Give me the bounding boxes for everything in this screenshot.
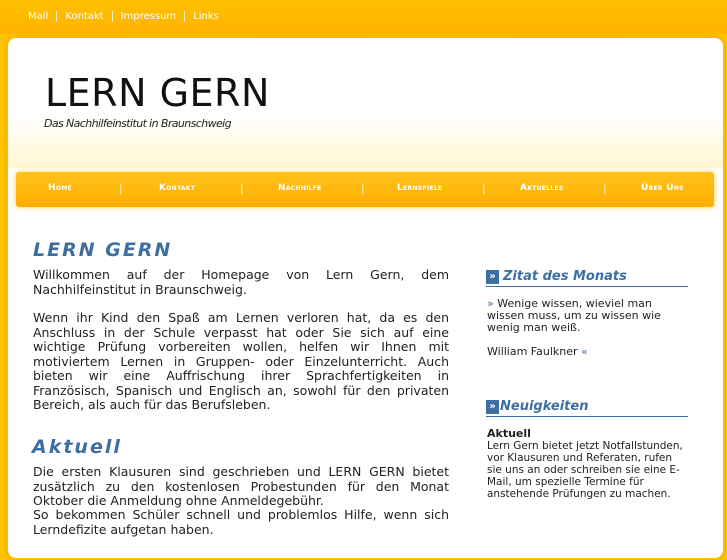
quote-heading-label: Zitat des Monats [503,269,627,284]
double-chevron-icon: » [486,400,499,414]
welcome-heading: LERN GERN [33,239,173,261]
quote-more-link[interactable]: « [581,345,588,358]
welcome-paragraph-1: Willkommen auf der Homepage von Lern Ger… [33,267,449,297]
top-link-kontakt[interactable]: Kontakt [56,11,112,22]
news-heading: » Neuigkeiten [486,399,688,417]
quote-heading: » Zitat des Monats [486,269,688,287]
nav-separator: | [240,182,244,195]
nav-separator: | [361,182,365,195]
nav-separator: | [119,182,123,195]
header: LERN GERN Das Nachhilfeinstitut in Braun… [8,38,723,168]
nav-lernspiele[interactable]: Lernspiele [397,183,442,193]
nav-aktuelles[interactable]: Aktuelles [520,183,563,193]
welcome-paragraph-2: Wenn ihr Kind den Spaß am Lernen verlore… [33,310,449,412]
top-link-impressum[interactable]: Impressum [111,11,185,22]
top-bar: Mail Kontakt Impressum Links [0,0,727,34]
site-title: LERN GERN [45,71,270,115]
double-chevron-icon: » [486,270,499,284]
quote-author-name: William Faulkner [487,345,578,358]
nav-separator: | [482,182,486,195]
aktuell-paragraph-1: Die ersten Klausuren sind geschrieben un… [33,464,449,508]
top-link-mail[interactable]: Mail [20,11,56,22]
top-links: Mail Kontakt Impressum Links [20,11,227,22]
news-title: Aktuell [487,427,531,440]
nav-home[interactable]: Home [48,183,72,193]
news-heading-label: Neuigkeiten [500,399,589,414]
nav-nachhilfe[interactable]: Nachhilfe [278,183,322,193]
nav-ueber-uns[interactable]: Über Uns [641,183,684,193]
news-text: Lern Gern bietet jetzt Notfallstunden, v… [487,440,683,500]
aktuell-paragraph-2: So bekommen Schüler schnell und probleml… [33,507,449,537]
quote-body: Wenige wissen, wieviel man wissen muss, … [487,297,661,334]
page-container: LERN GERN Das Nachhilfeinstitut in Braun… [6,36,725,560]
aktuell-heading: Aktuell [32,436,122,458]
top-link-links[interactable]: Links [184,11,227,22]
nav-kontakt[interactable]: Kontakt [159,183,195,193]
site-subtitle: Das Nachhilfeinstitut in Braunschweig [44,117,232,130]
quote-text: » Wenige wissen, wieviel man wissen muss… [487,298,677,334]
main-nav: Home | Kontakt | Nachhilfe | Lernspiele … [16,172,714,207]
nav-separator: | [603,182,607,195]
quote-author: William Faulkner « [487,346,588,358]
